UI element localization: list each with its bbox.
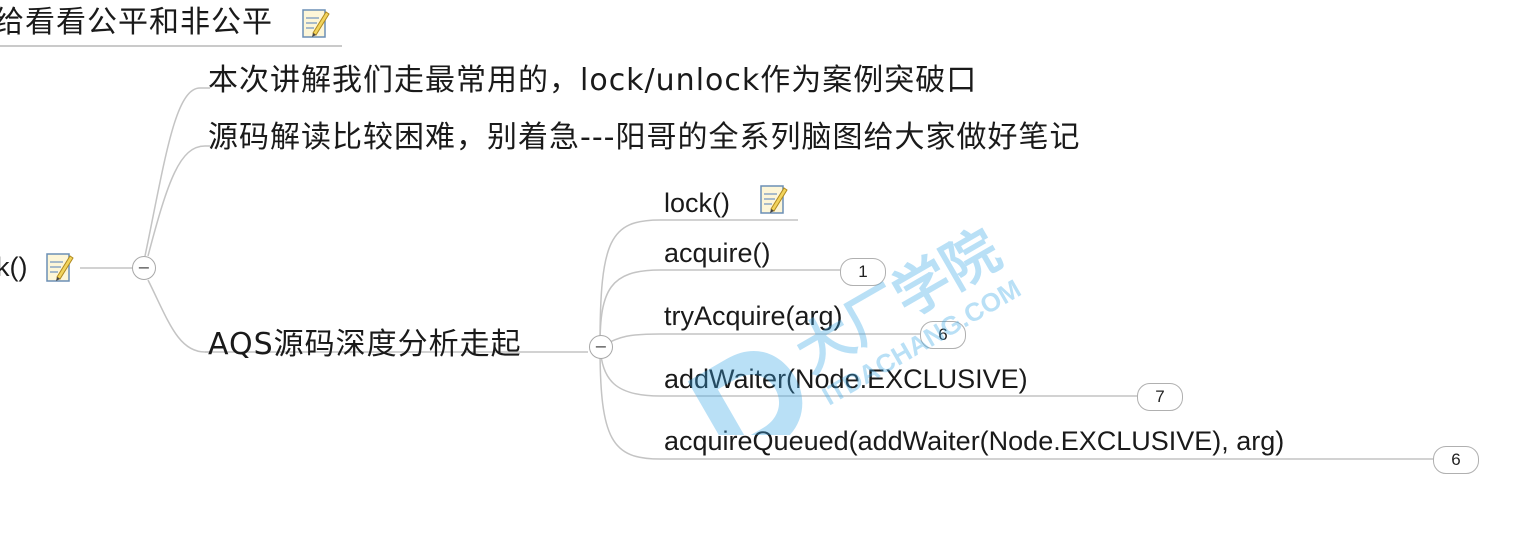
aqs-child-acquire[interactable]: acquire() [664, 240, 771, 267]
branch-aqs-text: AQS源码深度分析走起 [208, 327, 522, 362]
child-count-badge-text: 6 [1451, 450, 1461, 469]
child-count-badge[interactable]: 6 [1433, 446, 1479, 474]
root-node-label: k() [0, 252, 28, 282]
root-node[interactable]: k() [0, 254, 27, 281]
topic-title-text: 给看看公平和非公平 [0, 5, 273, 40]
collapse-toggle-root[interactable]: − [132, 256, 156, 280]
aqs-child-tryacquire-label: tryAcquire(arg) [664, 301, 843, 331]
branch-source-notes[interactable]: 源码解读比较困难，别着急---阳哥的全系列脑图给大家做好笔记 [208, 123, 1080, 153]
aqs-child-addwaiter[interactable]: addWaiter(Node.EXCLUSIVE) [664, 366, 1028, 393]
aqs-child-addwaiter-label: addWaiter(Node.EXCLUSIVE) [664, 364, 1028, 394]
child-count-badge[interactable]: 7 [1137, 383, 1183, 411]
branch-lock-unlock[interactable]: 本次讲解我们走最常用的，lock/unlock作为案例突破口 [208, 66, 977, 96]
collapse-toggle-aqs[interactable]: − [589, 335, 613, 359]
mindmap-canvas: 给看看公平和非公平 k() − 本次讲解我们走最常用的，lock/unlock作… [0, 0, 1520, 560]
child-count-badge[interactable]: 1 [840, 258, 886, 286]
child-count-badge-text: 6 [938, 325, 948, 344]
child-count-badge[interactable]: 6 [920, 321, 966, 349]
minus-icon: − [137, 258, 151, 277]
branch-aqs[interactable]: AQS源码深度分析走起 [208, 330, 522, 360]
aqs-child-lock-label: lock() [664, 188, 730, 218]
branch-lock-unlock-text: 本次讲解我们走最常用的，lock/unlock作为案例突破口 [208, 63, 978, 98]
aqs-child-tryacquire[interactable]: tryAcquire(arg) [664, 303, 843, 330]
child-count-badge-text: 7 [1155, 387, 1165, 406]
aqs-child-acquirequeued-label: acquireQueued(addWaiter(Node.EXCLUSIVE),… [664, 426, 1285, 456]
aqs-child-acquire-label: acquire() [664, 238, 771, 268]
child-count-badge-text: 1 [858, 262, 868, 281]
branch-source-notes-text: 源码解读比较困难，别着急---阳哥的全系列脑图给大家做好笔记 [208, 120, 1081, 155]
aqs-child-lock[interactable]: lock() [664, 190, 730, 217]
note-pencil-icon[interactable] [44, 250, 74, 284]
note-pencil-icon[interactable] [758, 182, 788, 216]
minus-icon: − [594, 337, 608, 356]
aqs-child-acquirequeued[interactable]: acquireQueued(addWaiter(Node.EXCLUSIVE),… [664, 428, 1284, 455]
note-pencil-icon[interactable] [300, 6, 330, 40]
topic-title[interactable]: 给看看公平和非公平 [0, 8, 273, 38]
